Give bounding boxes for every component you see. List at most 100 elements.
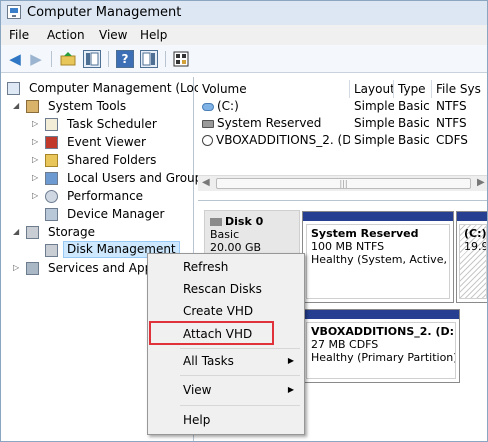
computer-management-window: Computer Management File Action View Hel… [0, 0, 488, 442]
cell-file-system: NTFS [436, 99, 467, 113]
tree-label: System Tools [48, 99, 127, 113]
menu-view[interactable]: View [99, 28, 127, 42]
cell-volume: (C:) [217, 99, 239, 113]
cd-icon [202, 135, 213, 146]
menu-item-label: All Tasks [183, 354, 234, 368]
show-hide-console-tree-icon[interactable] [83, 50, 101, 68]
partition-size: 27 MB CDFS [311, 338, 379, 351]
partition-status: Healthy (System, Active, P [311, 253, 450, 266]
partition-status: Healthy (Primary Partition) [311, 351, 456, 364]
back-arrow-icon[interactable]: ◀ [6, 50, 24, 68]
tree-label: Storage [48, 225, 95, 239]
scroll-left-arrow-icon[interactable]: ◀ [202, 177, 210, 188]
expanded-arrow-icon[interactable]: ◢ [13, 101, 19, 111]
menu-item-help[interactable]: Help [150, 409, 302, 431]
partition-cd-rom[interactable]: VBOXADDITIONS_2. (D:) 27 MB CDFS Healthy… [302, 309, 460, 383]
cell-volume: System Reserved [217, 116, 322, 130]
collapsed-arrow-icon[interactable]: ▷ [32, 191, 38, 201]
menu-item-create-vhd[interactable]: Create VHD [150, 300, 302, 322]
menu-separator [180, 348, 300, 349]
tree-label: Local Users and Groups [67, 171, 209, 185]
tree-label: Computer Management (Local [29, 81, 212, 95]
disk-name: Disk 0 [225, 215, 264, 228]
tree-label: Shared Folders [67, 153, 157, 167]
tree-item-performance[interactable]: ▷ Performance [7, 187, 197, 205]
toolbar-separator [108, 51, 109, 67]
services-icon [26, 262, 39, 275]
partition-size: 19.90 [464, 240, 486, 253]
toolbar: ◀ ▶ ? [1, 45, 487, 73]
tree-item-shared-folders[interactable]: ▷ Shared Folders [7, 151, 197, 169]
expanded-arrow-icon[interactable]: ◢ [13, 227, 19, 237]
toolbar-separator [165, 51, 166, 67]
menu-help[interactable]: Help [140, 28, 167, 42]
partition-c[interactable]: (C:) 19.90 [456, 211, 487, 303]
properties-icon[interactable] [172, 50, 190, 68]
partition-size: 100 MB NTFS [311, 240, 385, 253]
collapsed-arrow-icon[interactable]: ▷ [32, 173, 38, 183]
collapsed-arrow-icon[interactable]: ▷ [32, 137, 38, 147]
cell-layout: Simple [354, 133, 394, 147]
cell-layout: Simple [354, 99, 394, 113]
cell-file-system: CDFS [436, 133, 468, 147]
tree-item-computer-management[interactable]: Computer Management (Local [7, 79, 211, 97]
tree-item-task-scheduler[interactable]: ▷ Task Scheduler [7, 115, 197, 133]
collapsed-arrow-icon[interactable]: ▷ [13, 263, 19, 273]
partition-name: VBOXADDITIONS_2. (D:) [311, 325, 456, 338]
event-viewer-icon [45, 136, 58, 149]
volume-icon [202, 119, 214, 128]
tree-item-device-manager[interactable]: Device Manager [7, 205, 197, 223]
title-bar: Computer Management [1, 1, 487, 25]
disk-management-icon [45, 244, 58, 257]
tree-item-storage[interactable]: ◢ Storage [7, 223, 197, 241]
scroll-right-arrow-icon[interactable]: ▶ [477, 177, 485, 188]
tree-item-system-tools[interactable]: ◢ System Tools [7, 97, 197, 115]
tree-item-local-users[interactable]: ▷ Local Users and Groups [7, 169, 209, 187]
cell-type: Basic [398, 99, 430, 113]
column-header-type[interactable]: Type [394, 80, 432, 98]
column-header-volume[interactable]: Volume [198, 80, 350, 98]
menu-bar: File Action View Help [1, 25, 487, 45]
menu-item-label: View [183, 383, 212, 397]
menu-item-rescan-disks[interactable]: Rescan Disks [150, 278, 302, 300]
menu-separator [180, 405, 300, 406]
cell-layout: Simple [354, 116, 394, 130]
cell-volume: VBOXADDITIONS_2. (D:) [216, 133, 350, 147]
show-hide-action-pane-icon[interactable] [140, 50, 158, 68]
horizontal-scrollbar[interactable]: ◀ ||| ▶ [198, 175, 487, 191]
help-icon[interactable]: ? [116, 50, 134, 68]
collapsed-arrow-icon[interactable]: ▷ [32, 119, 38, 129]
up-folder-icon[interactable] [59, 50, 77, 68]
storage-icon [26, 226, 39, 239]
menu-item-refresh[interactable]: Refresh [150, 256, 302, 278]
volume-list: Volume Layout Type File Sys (C:) Simple … [198, 77, 487, 201]
collapsed-arrow-icon[interactable]: ▷ [32, 155, 38, 165]
scrollbar-thumb[interactable]: ||| [216, 178, 471, 189]
toolbar-separator [51, 51, 52, 67]
partition-bar [303, 310, 459, 319]
menu-action[interactable]: Action [47, 28, 85, 42]
menu-item-all-tasks[interactable]: All Tasks ▶ [150, 350, 302, 372]
cell-type: Basic [398, 116, 430, 130]
tools-icon [26, 100, 39, 113]
device-manager-icon [45, 208, 58, 221]
partition-body: (C:) 19.90 [459, 224, 487, 299]
column-header-file-system[interactable]: File Sys [432, 80, 487, 98]
menu-item-view[interactable]: View ▶ [150, 379, 302, 401]
computer-management-icon [7, 82, 20, 95]
menu-file[interactable]: File [9, 28, 29, 42]
tree-label: Device Manager [67, 207, 165, 221]
forward-arrow-icon[interactable]: ▶ [27, 50, 45, 68]
disk-type: Basic [210, 228, 240, 241]
menu-separator [180, 375, 300, 376]
column-header-layout[interactable]: Layout [350, 80, 394, 98]
tree-label: Event Viewer [67, 135, 146, 149]
partition-body: System Reserved 100 MB NTFS Healthy (Sys… [306, 224, 450, 299]
partition-bar [303, 212, 453, 221]
disk-icon [210, 218, 222, 226]
partition-system-reserved[interactable]: System Reserved 100 MB NTFS Healthy (Sys… [302, 211, 454, 303]
tree-item-event-viewer[interactable]: ▷ Event Viewer [7, 133, 197, 151]
performance-icon [45, 190, 58, 203]
window-title: Computer Management [27, 5, 182, 20]
submenu-arrow-icon: ▶ [287, 356, 294, 365]
